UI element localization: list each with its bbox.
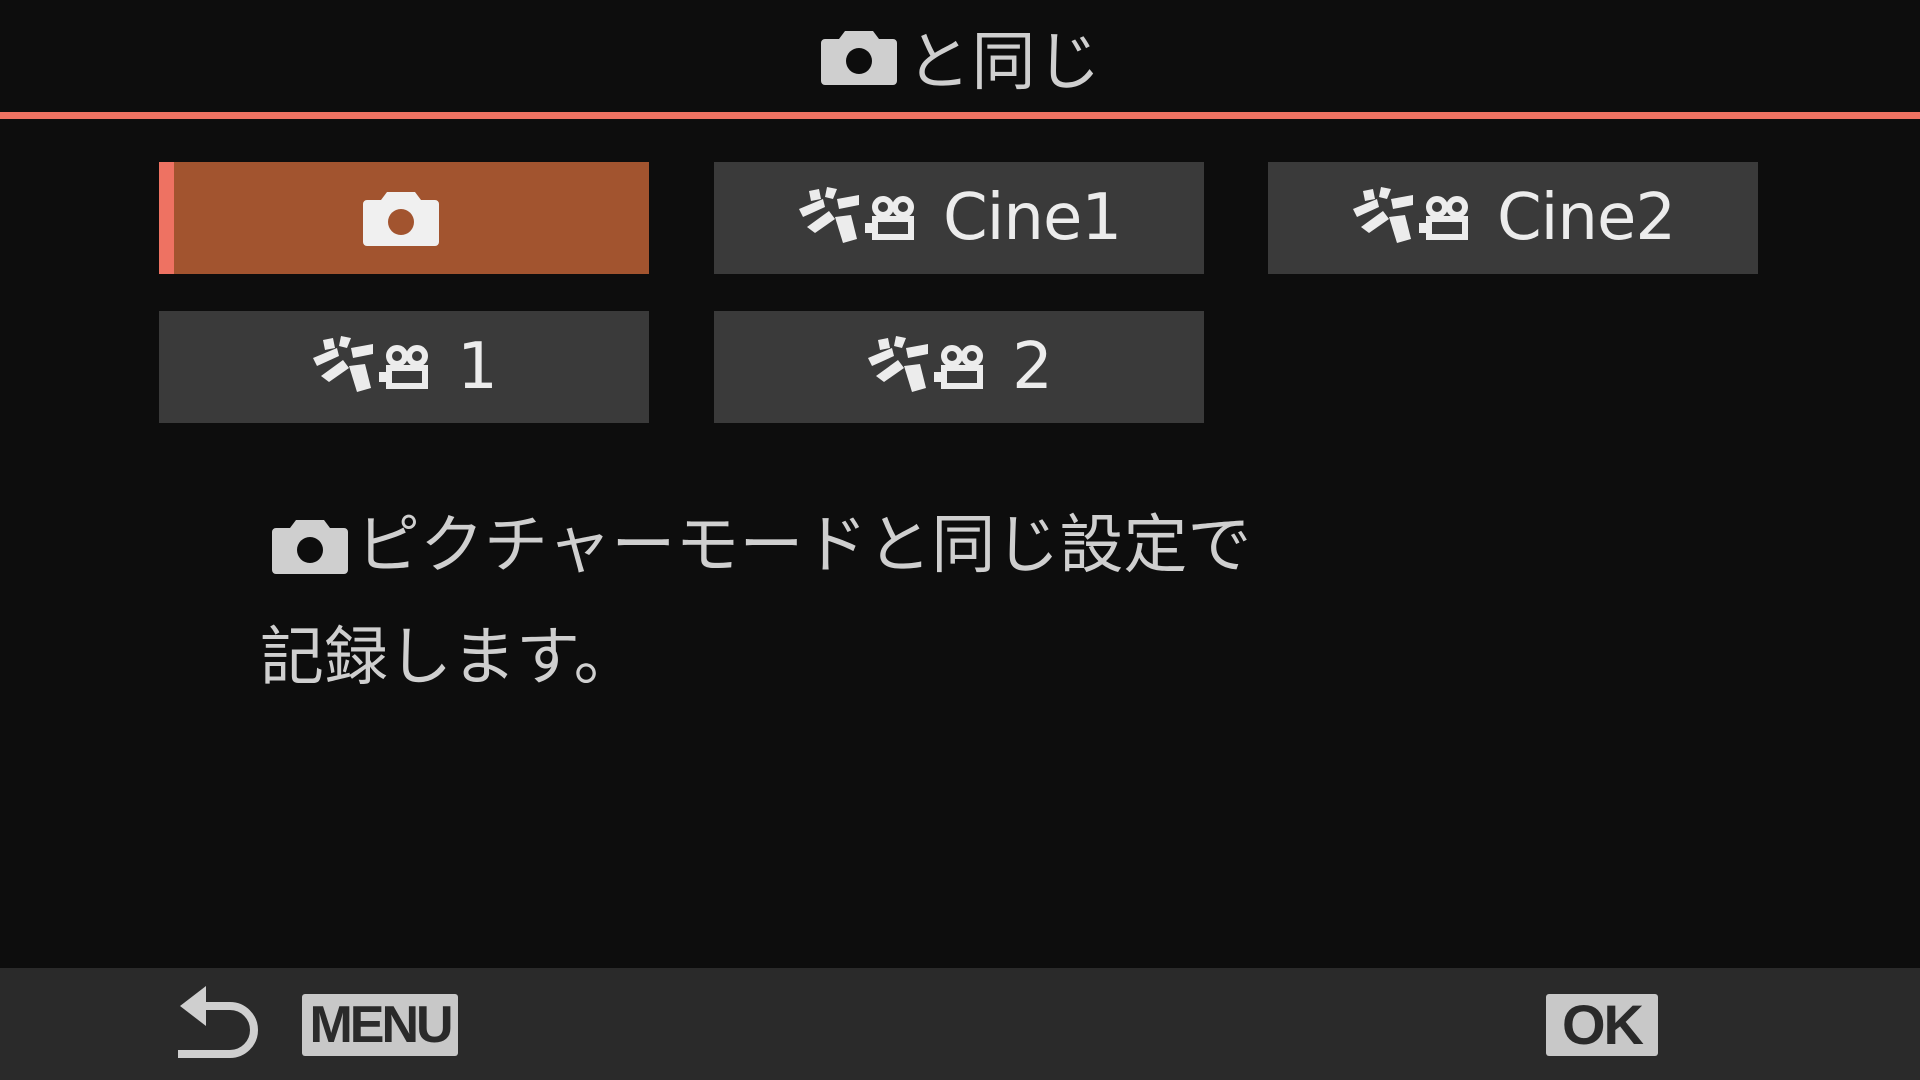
option-1[interactable]: 1: [159, 311, 649, 423]
option-cine1[interactable]: Cine1: [714, 162, 1204, 274]
camera-icon: [270, 516, 350, 576]
screen: と同じ Cine1 Cine2 1 2 ピクチャーモードと同じ設定で 記録します…: [0, 0, 1920, 1080]
camera-icon: [819, 27, 899, 87]
back-arrow-icon[interactable]: [176, 984, 266, 1064]
option-2[interactable]: 2: [714, 311, 1204, 423]
title-text: と同じ: [906, 26, 1102, 100]
menu-button[interactable]: MENU: [302, 994, 458, 1056]
movie-log-icon: [797, 187, 937, 249]
movie-log-icon: [311, 336, 451, 398]
option-camera[interactable]: [159, 162, 649, 274]
movie-log-icon: [866, 336, 1006, 398]
ok-button[interactable]: OK: [1546, 994, 1658, 1056]
movie-log-icon: [1351, 187, 1491, 249]
option-label: 1: [457, 330, 498, 404]
option-cine2[interactable]: Cine2: [1268, 162, 1758, 274]
description-line-1: ピクチャーモードと同じ設定で: [270, 490, 1660, 602]
page-title: と同じ: [819, 11, 1102, 103]
option-label: 2: [1012, 330, 1053, 404]
description-text-1: ピクチャーモードと同じ設定で: [356, 509, 1252, 583]
option-label: Cine1: [942, 181, 1122, 255]
header: と同じ: [0, 0, 1920, 114]
footer: MENU OK: [0, 968, 1920, 1080]
option-label: Cine2: [1496, 181, 1676, 255]
description: ピクチャーモードと同じ設定で 記録します。: [260, 490, 1660, 714]
camera-icon: [361, 188, 441, 248]
header-divider: [0, 112, 1920, 119]
description-text-2: 記録します。: [260, 621, 638, 695]
